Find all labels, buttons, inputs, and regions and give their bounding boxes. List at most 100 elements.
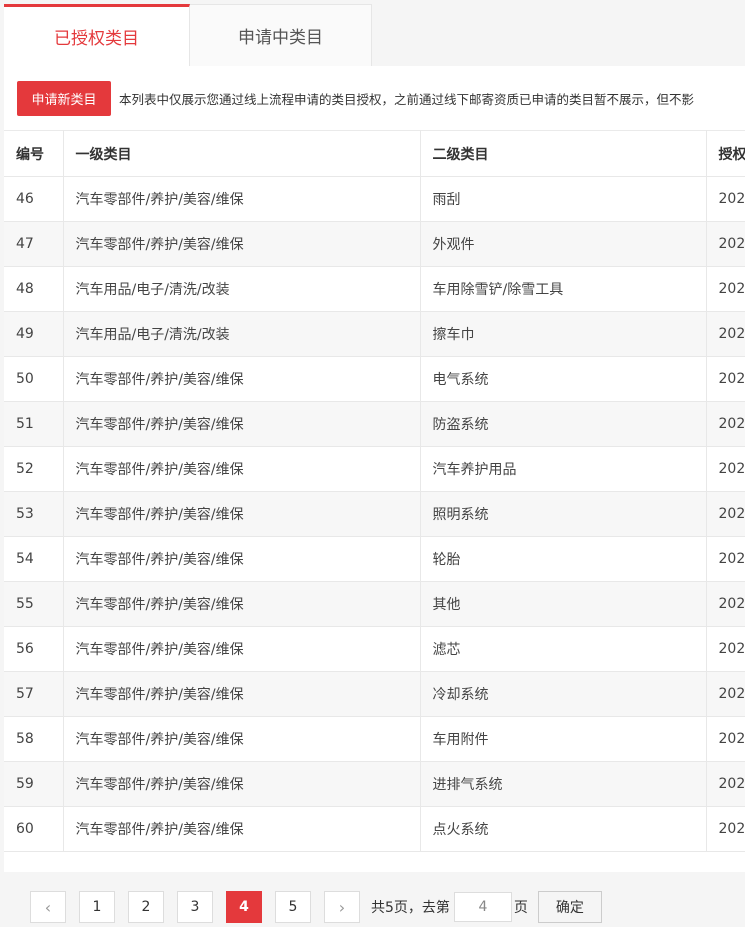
cell-secondary-category: 防盗系统 <box>420 401 707 447</box>
cell-primary-category: 汽车零部件/养护/美容/维保 <box>63 446 421 492</box>
cell-auth-time: 202 <box>706 626 745 672</box>
total-pages-label: 共5页，去第 <box>371 900 450 916</box>
table-row: 57 汽车零部件/养护/美容/维保 冷却系统 202 <box>4 671 745 717</box>
table-row: 51 汽车零部件/养护/美容/维保 防盗系统 202 <box>4 401 745 447</box>
cell-id: 60 <box>4 806 64 852</box>
toolbar: 申请新类目 本列表中仅展示您通过线上流程申请的类目授权，之前通过线下邮寄资质已申… <box>4 66 745 130</box>
table-row: 59 汽车零部件/养护/美容/维保 进排气系统 202 <box>4 761 745 807</box>
cell-secondary-category: 擦车巾 <box>420 311 707 357</box>
cell-primary-category: 汽车用品/电子/清洗/改装 <box>63 311 421 357</box>
cell-primary-category: 汽车零部件/养护/美容/维保 <box>63 761 421 807</box>
cell-id: 47 <box>4 221 64 267</box>
cell-secondary-category: 雨刮 <box>420 176 707 222</box>
page-button-5[interactable]: 5 <box>275 891 311 923</box>
cell-auth-time: 202 <box>706 671 745 717</box>
page-button-3[interactable]: 3 <box>177 891 213 923</box>
cell-id: 46 <box>4 176 64 222</box>
cell-secondary-category: 轮胎 <box>420 536 707 582</box>
cell-primary-category: 汽车零部件/养护/美容/维保 <box>63 491 421 537</box>
cell-id: 59 <box>4 761 64 807</box>
apply-new-category-button[interactable]: 申请新类目 <box>17 80 111 116</box>
tab-authorized-categories[interactable]: 已授权类目 <box>4 4 190 66</box>
cell-primary-category: 汽车零部件/养护/美容/维保 <box>63 806 421 852</box>
cell-auth-time: 202 <box>706 806 745 852</box>
page: 已授权类目 申请中类目 申请新类目 本列表中仅展示您通过线上流程申请的类目授权，… <box>0 0 745 927</box>
cell-id: 58 <box>4 716 64 762</box>
prev-page-button[interactable]: ‹ <box>30 891 66 923</box>
cell-primary-category: 汽车零部件/养护/美容/维保 <box>63 356 421 402</box>
col-header-auth-time: 授权 <box>706 130 745 177</box>
cell-primary-category: 汽车零部件/养护/美容/维保 <box>63 626 421 672</box>
cell-auth-time: 202 <box>706 536 745 582</box>
col-header-id: 编号 <box>4 130 64 177</box>
cell-auth-time: 202 <box>706 446 745 492</box>
page-unit-label: 页 <box>513 900 528 916</box>
cell-secondary-category: 其他 <box>420 581 707 627</box>
cell-primary-category: 汽车零部件/养护/美容/维保 <box>63 716 421 762</box>
cell-id: 56 <box>4 626 64 672</box>
table-row: 53 汽车零部件/养护/美容/维保 照明系统 202 <box>4 491 745 537</box>
col-header-primary-category: 一级类目 <box>63 130 421 177</box>
cell-secondary-category: 照明系统 <box>420 491 707 537</box>
cell-auth-time: 202 <box>706 761 745 807</box>
cell-id: 54 <box>4 536 64 582</box>
pagination: ‹ 1 2 3 4 5 › 共5页，去第 页 确定 <box>30 890 602 924</box>
cell-secondary-category: 滤芯 <box>420 626 707 672</box>
cell-secondary-category: 电气系统 <box>420 356 707 402</box>
cell-primary-category: 汽车零部件/养护/美容/维保 <box>63 176 421 222</box>
table-row: 55 汽车零部件/养护/美容/维保 其他 202 <box>4 581 745 627</box>
cell-primary-category: 汽车用品/电子/清洗/改装 <box>63 266 421 312</box>
page-button-1[interactable]: 1 <box>79 891 115 923</box>
cell-id: 57 <box>4 671 64 717</box>
cell-secondary-category: 冷却系统 <box>420 671 707 717</box>
tab-bar: 已授权类目 申请中类目 <box>4 4 745 66</box>
cell-auth-time: 202 <box>706 311 745 357</box>
cell-auth-time: 202 <box>706 491 745 537</box>
page-button-4-current[interactable]: 4 <box>226 891 262 923</box>
notice-text: 本列表中仅展示您通过线上流程申请的类目授权，之前通过线下邮寄资质已申请的类目暂不… <box>119 91 695 107</box>
cell-secondary-category: 外观件 <box>420 221 707 267</box>
content-panel: 申请新类目 本列表中仅展示您通过线上流程申请的类目授权，之前通过线下邮寄资质已申… <box>4 66 745 872</box>
table-row: 46 汽车零部件/养护/美容/维保 雨刮 202 <box>4 176 745 222</box>
table-row: 60 汽车零部件/养护/美容/维保 点火系统 202 <box>4 806 745 852</box>
table-row: 52 汽车零部件/养护/美容/维保 汽车养护用品 202 <box>4 446 745 492</box>
cell-id: 55 <box>4 581 64 627</box>
cell-primary-category: 汽车零部件/养护/美容/维保 <box>63 536 421 582</box>
cell-id: 53 <box>4 491 64 537</box>
cell-auth-time: 202 <box>706 176 745 222</box>
cell-primary-category: 汽车零部件/养护/美容/维保 <box>63 581 421 627</box>
cell-secondary-category: 车用附件 <box>420 716 707 762</box>
cell-id: 52 <box>4 446 64 492</box>
cell-secondary-category: 点火系统 <box>420 806 707 852</box>
cell-secondary-category: 车用除雪铲/除雪工具 <box>420 266 707 312</box>
cell-id: 51 <box>4 401 64 447</box>
page-button-2[interactable]: 2 <box>128 891 164 923</box>
table-row: 50 汽车零部件/养护/美容/维保 电气系统 202 <box>4 356 745 402</box>
table-row: 56 汽车零部件/养护/美容/维保 滤芯 202 <box>4 626 745 672</box>
table-row: 58 汽车零部件/养护/美容/维保 车用附件 202 <box>4 716 745 762</box>
goto-page-input[interactable] <box>453 892 512 922</box>
cell-auth-time: 202 <box>706 716 745 762</box>
table-header-row: 编号 一级类目 二级类目 授权 <box>4 130 745 177</box>
cell-auth-time: 202 <box>706 401 745 447</box>
table-body: 46 汽车零部件/养护/美容/维保 雨刮 202 47 汽车零部件/养护/美容/维保 外观件… <box>4 176 745 852</box>
next-page-button[interactable]: › <box>324 891 360 923</box>
cell-primary-category: 汽车零部件/养护/美容/维保 <box>63 401 421 447</box>
tab-pending-categories[interactable]: 申请中类目 <box>190 4 372 66</box>
category-table: 编号 一级类目 二级类目 授权 46 汽车零部件/养护/美容/维保 雨刮 202 47 汽… <box>4 130 745 852</box>
table-row: 54 汽车零部件/养护/美容/维保 轮胎 202 <box>4 536 745 582</box>
col-header-secondary-category: 二级类目 <box>420 130 707 177</box>
cell-id: 50 <box>4 356 64 402</box>
table-row: 48 汽车用品/电子/清洗/改装 车用除雪铲/除雪工具 202 <box>4 266 745 312</box>
cell-primary-category: 汽车零部件/养护/美容/维保 <box>63 671 421 717</box>
cell-secondary-category: 汽车养护用品 <box>420 446 707 492</box>
cell-secondary-category: 进排气系统 <box>420 761 707 807</box>
cell-id: 48 <box>4 266 64 312</box>
cell-auth-time: 202 <box>706 221 745 267</box>
table-row: 49 汽车用品/电子/清洗/改装 擦车巾 202 <box>4 311 745 357</box>
confirm-goto-button[interactable]: 确定 <box>537 891 602 923</box>
cell-auth-time: 202 <box>706 356 745 402</box>
cell-auth-time: 202 <box>706 266 745 312</box>
table-row: 47 汽车零部件/养护/美容/维保 外观件 202 <box>4 221 745 267</box>
cell-id: 49 <box>4 311 64 357</box>
